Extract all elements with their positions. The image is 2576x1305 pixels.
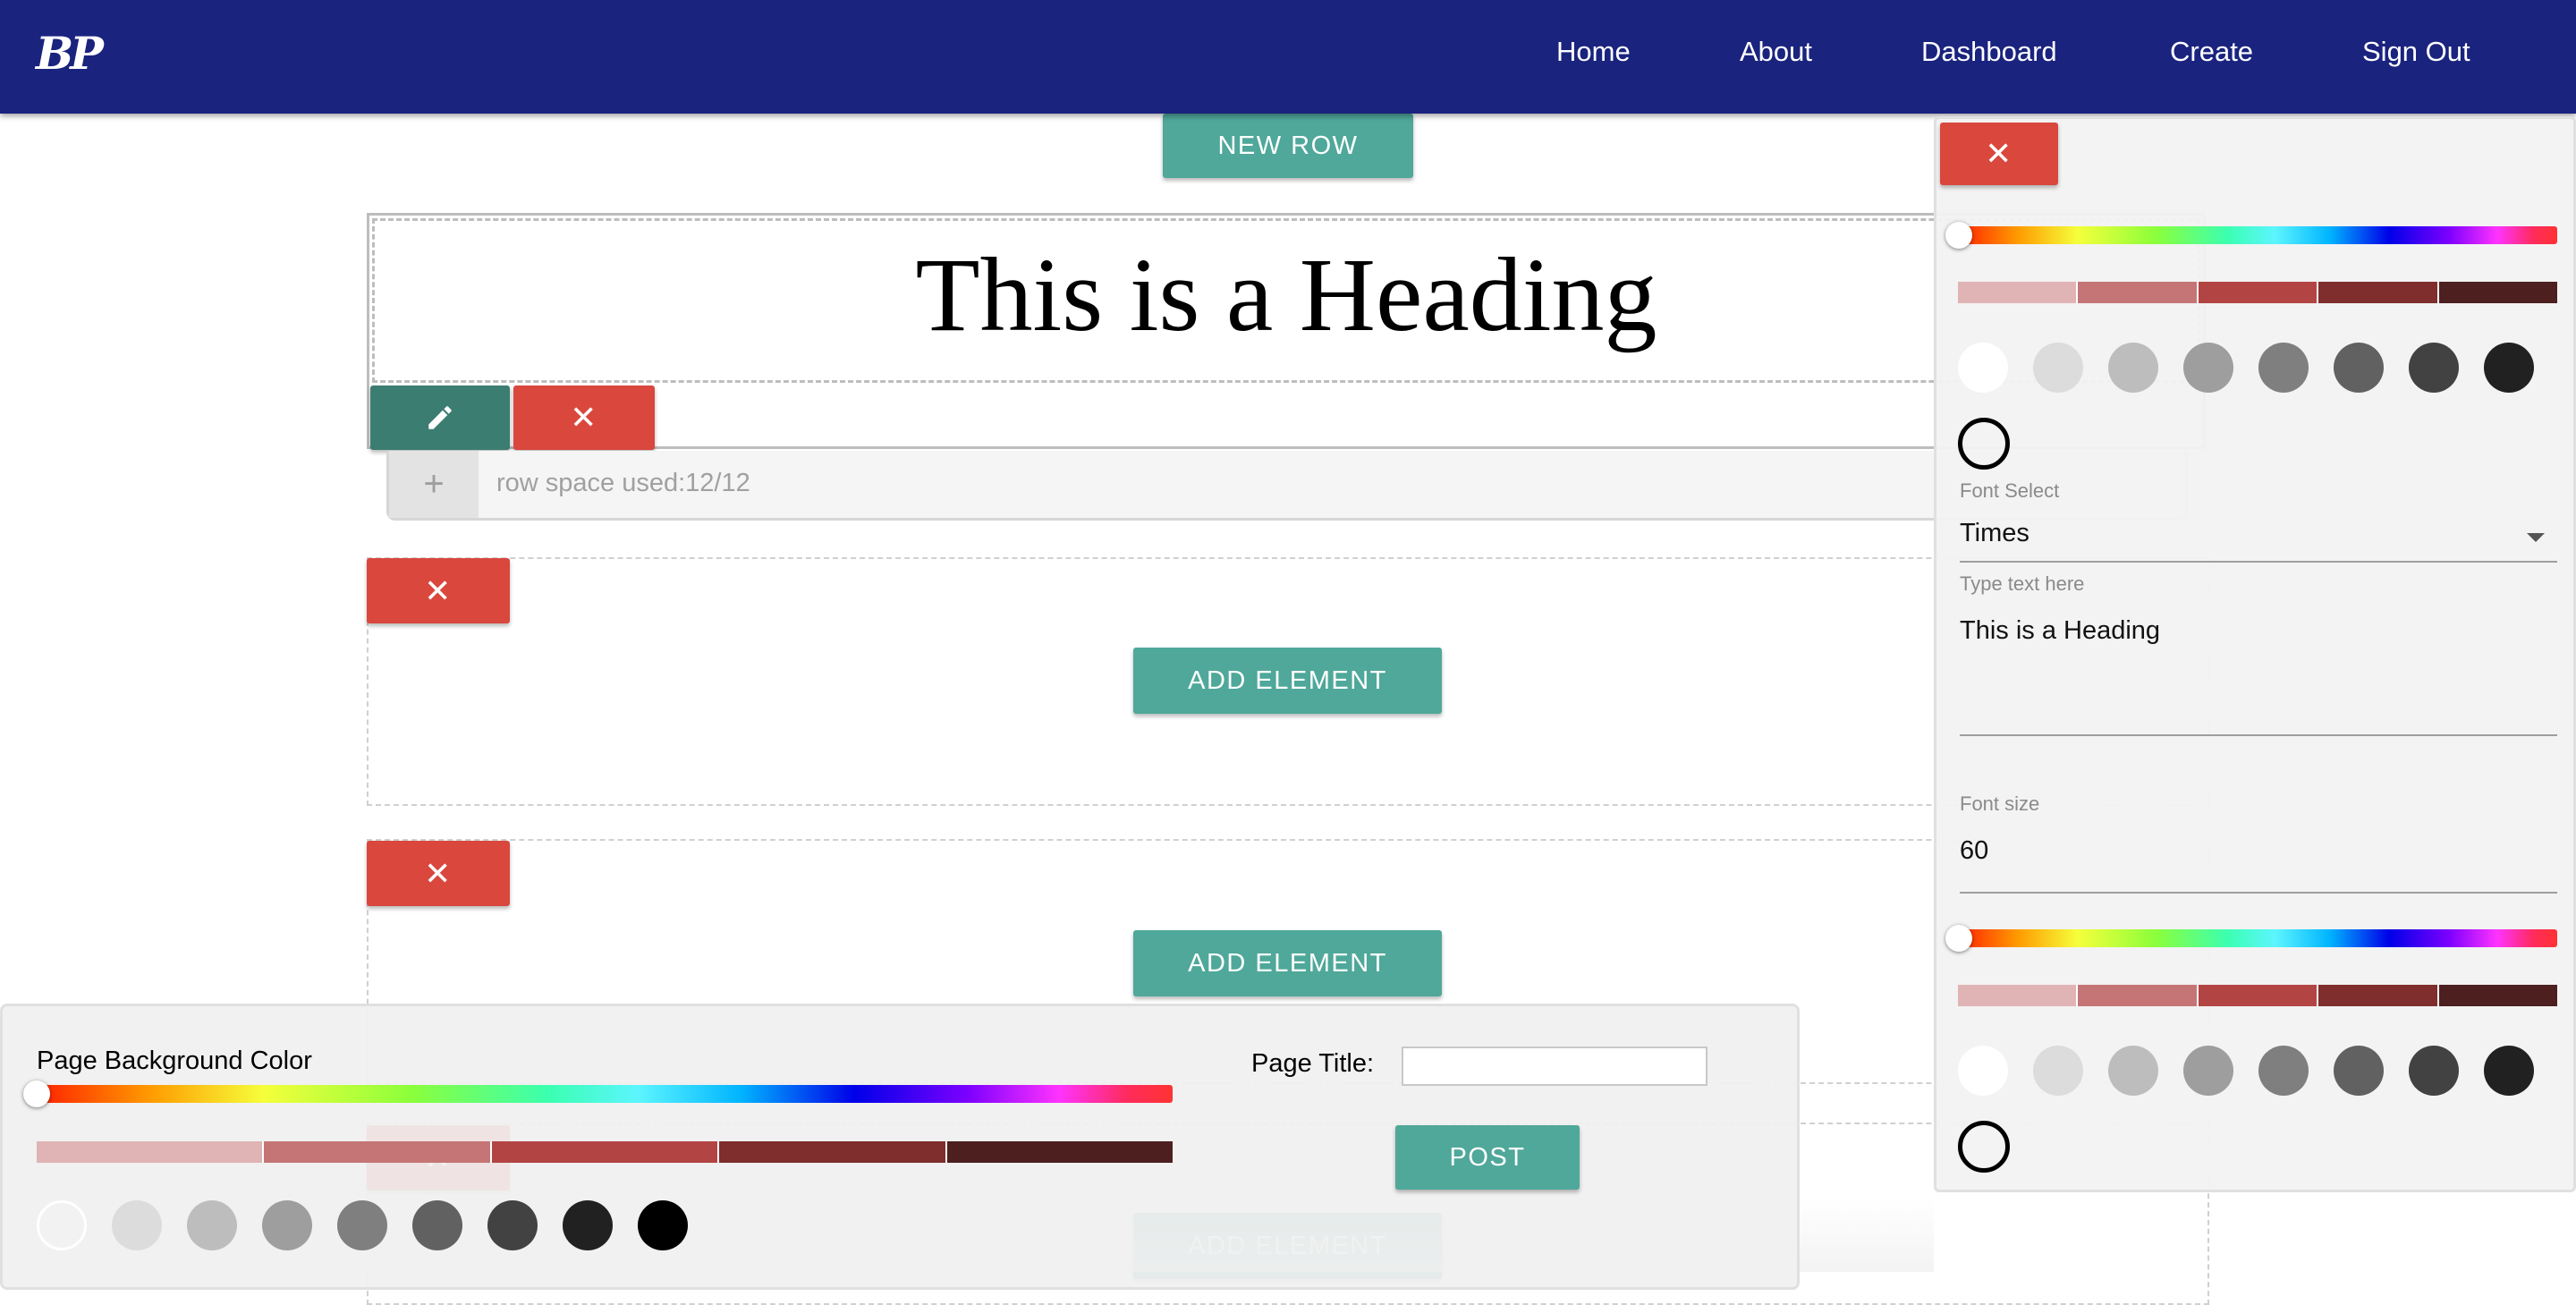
element-settings-panel: ✕ Font Select Times Type text here This … [1934,116,2576,1192]
page-title-input[interactable] [1402,1047,1707,1086]
page-settings-panel: Page Background Color Page Title: POST [0,1004,1800,1290]
nav-about[interactable]: About [1740,36,1812,68]
close-icon: ✕ [1985,135,2013,172]
bg-shade-swatches[interactable] [1958,985,2558,1006]
shade-swatch[interactable] [1958,282,2079,303]
close-icon: ✕ [570,399,598,436]
shade-swatch[interactable] [2318,282,2439,303]
heading-element-text[interactable]: This is a Heading [372,234,2200,356]
shade-swatch[interactable] [491,1141,720,1163]
shade-swatch[interactable] [2438,282,2558,303]
gray-swatch[interactable] [2258,1046,2309,1096]
close-panel-button[interactable]: ✕ [1940,123,2058,185]
delete-row-button[interactable]: ✕ [367,558,510,623]
transparent-swatch[interactable] [1958,418,2010,470]
add-element-button[interactable]: ADD ELEMENT [1133,930,1442,996]
gray-swatch[interactable] [2409,343,2459,393]
page-title-label: Page Title: [1251,1049,1375,1078]
pencil-icon [428,406,452,429]
gray-swatch[interactable] [2484,1046,2534,1096]
gray-swatch[interactable] [2183,343,2233,393]
shade-swatch[interactable] [2438,985,2558,1006]
font-select-underline [1960,561,2557,563]
plus-icon: + [423,464,445,504]
font-size-label: Font size [1960,792,2040,815]
shade-swatch[interactable] [719,1141,947,1163]
shade-swatch[interactable] [1958,985,2079,1006]
font-size-underline [1960,892,2557,894]
nav-sign-out[interactable]: Sign Out [2362,36,2470,68]
black-swatch[interactable] [638,1200,688,1250]
gray-swatch[interactable] [37,1200,87,1250]
shade-swatch[interactable] [2078,282,2199,303]
close-icon: ✕ [424,854,453,892]
edit-element-button[interactable] [370,386,510,450]
gray-swatch[interactable] [2033,1046,2083,1096]
font-size-input[interactable]: 60 [1960,836,1988,866]
gray-swatch[interactable] [187,1200,237,1250]
text-input-label: Type text here [1960,572,2085,595]
chevron-down-icon[interactable] [2527,533,2545,542]
text-input-underline [1960,734,2557,736]
nav-create[interactable]: Create [2170,36,2253,68]
text-input[interactable]: This is a Heading [1960,616,2160,646]
transparent-swatch[interactable] [1958,1121,2010,1173]
gray-swatch[interactable] [412,1200,462,1250]
text-shade-swatches[interactable] [1958,282,2558,303]
brand-logo[interactable]: BP [36,27,104,80]
gray-swatch[interactable] [2258,343,2309,393]
shade-swatch[interactable] [264,1141,492,1163]
gray-swatch[interactable] [487,1200,538,1250]
gray-swatch[interactable] [1958,1046,2008,1096]
row-space-text: row space used:12/12 [496,469,750,497]
shade-swatch[interactable] [946,1141,1174,1163]
page-bg-hue-slider[interactable] [37,1085,1173,1103]
nav-dashboard[interactable]: Dashboard [1921,36,2057,68]
shade-swatch[interactable] [37,1141,265,1163]
page-bg-color-label: Page Background Color [37,1047,312,1075]
delete-element-button[interactable]: ✕ [513,386,655,450]
gray-swatch[interactable] [563,1200,613,1250]
gray-swatch[interactable] [2484,343,2534,393]
shade-swatch[interactable] [2078,985,2199,1006]
font-select[interactable]: Times [1960,519,2029,548]
gray-swatch[interactable] [2334,1046,2384,1096]
bg-hue-slider[interactable] [1958,929,2557,947]
row-space-bar: + row space used:12/12 [386,451,2188,521]
gray-swatch[interactable] [2108,343,2158,393]
add-element-button[interactable]: ADD ELEMENT [1133,648,1442,714]
gray-swatch[interactable] [2334,343,2384,393]
new-row-button[interactable]: NEW ROW [1163,114,1413,178]
nav-home[interactable]: Home [1556,36,1631,68]
navbar: BP Home About Dashboard Create Sign Out [0,0,2576,114]
shade-swatch[interactable] [2198,985,2319,1006]
gray-swatch[interactable] [2409,1046,2459,1096]
add-column-button[interactable]: + [389,451,479,518]
hue-slider-handle[interactable] [1945,925,1972,952]
gray-swatch[interactable] [2108,1046,2158,1096]
shade-swatch[interactable] [2318,985,2439,1006]
post-button[interactable]: POST [1395,1125,1580,1190]
gray-swatch[interactable] [262,1200,312,1250]
gray-swatch[interactable] [112,1200,162,1250]
hue-slider-handle[interactable] [23,1080,50,1107]
gray-swatch[interactable] [337,1200,387,1250]
text-hue-slider[interactable] [1958,226,2557,244]
page-bg-shade-swatches[interactable] [37,1141,1174,1163]
gray-swatch[interactable] [1958,343,2008,393]
close-icon: ✕ [424,572,453,609]
gray-swatch[interactable] [2033,343,2083,393]
gray-swatch[interactable] [2183,1046,2233,1096]
shade-swatch[interactable] [2198,282,2319,303]
delete-row-button[interactable]: ✕ [367,841,510,906]
font-select-label: Font Select [1960,479,2060,502]
hue-slider-handle[interactable] [1945,222,1972,249]
